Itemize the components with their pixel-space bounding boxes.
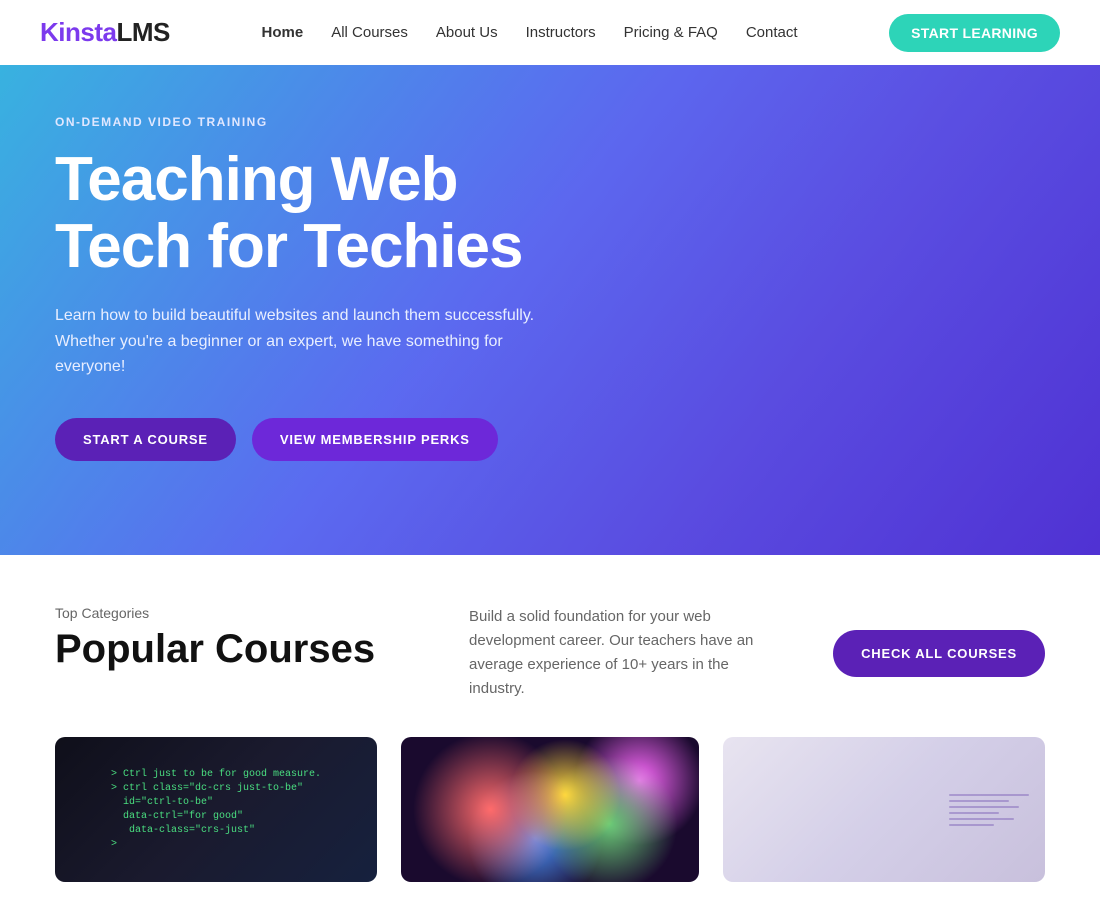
nav-pricing[interactable]: Pricing & FAQ [624,24,718,41]
nav-links: Home All Courses About Us Instructors Pr… [262,24,798,42]
popular-courses-title: Popular Courses [55,627,405,671]
courses-header-left: Top Categories Popular Courses [55,605,405,671]
top-categories-label: Top Categories [55,605,405,621]
nav-about[interactable]: About Us [436,24,498,41]
courses-section: Top Categories Popular Courses Build a s… [0,555,1100,902]
design-decoration [949,794,1029,826]
design-line-1 [949,794,1029,796]
hero-content: ON-DEMAND VIDEO TRAINING Teaching Web Te… [55,115,575,461]
course-thumb-code[interactable]: > Ctrl just to be for good measure. > ct… [55,737,377,882]
nav-home[interactable]: Home [262,24,304,41]
courses-description: Build a solid foundation for your web de… [429,605,809,701]
course-thumbnails: > Ctrl just to be for good measure. > ct… [55,737,1045,882]
design-line-6 [949,824,994,826]
check-all-courses-button[interactable]: CHECK ALL COURSES [833,630,1045,677]
start-learning-button[interactable]: START LEARNING [889,14,1060,52]
courses-header: Top Categories Popular Courses Build a s… [55,605,1045,701]
design-line-3 [949,806,1019,808]
code-snippet: > Ctrl just to be for good measure. > ct… [111,768,321,852]
logo-kinsta: Kinsta [40,17,116,47]
logo-lms: LMS [116,17,169,47]
course-thumb-bokeh[interactable] [401,737,699,882]
membership-button[interactable]: VIEW MEMBERSHIP PERKS [252,418,498,461]
hero-section: ON-DEMAND VIDEO TRAINING Teaching Web Te… [0,65,1100,555]
nav-instructors[interactable]: Instructors [526,24,596,41]
hero-title-line1: Teaching Web [55,145,458,214]
hero-title: Teaching Web Tech for Techies [55,147,575,281]
logo[interactable]: KinstaLMS [40,17,170,48]
nav-all-courses[interactable]: All Courses [331,24,408,41]
course-thumb-design[interactable] [723,737,1045,882]
start-course-button[interactable]: START A COURSE [55,418,236,461]
hero-buttons: START A COURSE VIEW MEMBERSHIP PERKS [55,418,575,461]
hero-subtitle: Learn how to build beautiful websites an… [55,303,575,380]
design-line-2 [949,800,1009,802]
design-line-5 [949,818,1014,820]
hero-tag: ON-DEMAND VIDEO TRAINING [55,115,575,129]
hero-title-line2: Tech for Techies [55,212,523,281]
nav-contact[interactable]: Contact [746,24,798,41]
navbar: KinstaLMS Home All Courses About Us Inst… [0,0,1100,65]
design-line-4 [949,812,999,814]
